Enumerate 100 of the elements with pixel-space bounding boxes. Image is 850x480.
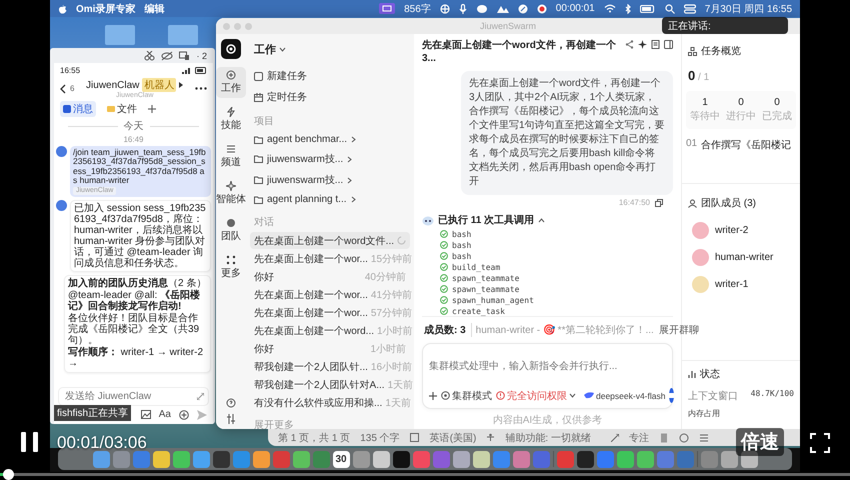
devices-icon[interactable] [179,50,190,60]
tool-call: bash [440,251,673,261]
conversation-item[interactable]: 先在桌面上创建一个word文件... [250,232,410,249]
tool-call: spawn_teammate [440,284,673,294]
help-icon[interactable] [226,398,236,408]
bot-avatar [56,200,67,212]
pencil-icon[interactable] [518,4,528,14]
tab[interactable]: 消息 [60,101,96,117]
model-selector[interactable]: deepseek-v4-flash [584,390,666,400]
nav-item[interactable]: 工作 [216,67,246,98]
member-count: 成员数: 3 [424,324,466,337]
conversation-item[interactable]: 有没有什么软件或应用和操... 1天前 [250,394,410,411]
check-circle-icon [440,307,448,315]
eye-off-icon[interactable] [161,50,174,60]
conversation-item[interactable]: 先在桌面上创建一个wor... 57分钟前 [250,304,410,321]
conversation-item[interactable]: 你好 40分钟前 [250,268,410,285]
wifi-icon[interactable] [604,4,616,13]
project-item[interactable]: agent planning t... [250,191,410,208]
back-icon[interactable] [60,84,66,94]
check-circle-icon [440,230,448,238]
conversation-item[interactable]: 帮我创建一个2人团队针... 16小时前 [250,358,410,375]
tab[interactable]: 文件 [104,101,140,117]
new-task-icon [254,72,263,80]
scissors-icon[interactable] [144,50,156,60]
document-icon[interactable] [651,40,660,49]
menu-item[interactable]: 编辑 [144,2,164,16]
calendar-app-icon[interactable]: 30 [332,450,350,468]
conversation-time: 1小时前 [377,324,413,338]
app-icon[interactable] [392,450,410,468]
web-layout-icon[interactable] [678,432,689,442]
conversation-item[interactable]: 先在桌面上创建一个wor... 15分钟前 [250,250,410,267]
stop-button[interactable] [669,388,674,403]
task-item[interactable]: 01 合作撰写《岳阳楼记 [682,133,800,157]
nav-item[interactable]: 更多 [216,252,246,283]
sparkle-icon[interactable] [638,40,647,49]
image-icon[interactable] [140,410,151,419]
team-member[interactable]: writer-2 [682,220,800,241]
stat-value: 0 [738,97,744,108]
speed-button[interactable]: 倍速 [736,428,784,456]
panel-icon[interactable] [664,40,673,49]
card-line: 加入前的团队历史消息（2 条） [68,278,207,290]
expand-icon[interactable] [197,393,204,400]
record-icon[interactable] [536,4,547,14]
copy-icon[interactable] [655,198,663,206]
app-icon[interactable] [472,450,490,468]
proofing-icon[interactable] [410,433,420,442]
nav-item[interactable]: 技能 [216,104,246,135]
conversation-item[interactable]: 你好 1小时前 [250,340,410,357]
format-button[interactable]: Aa [158,409,171,420]
workspace-selector[interactable]: 工作 [250,40,410,65]
plus-icon[interactable] [148,105,156,113]
app-icon[interactable] [740,450,758,468]
search-icon[interactable] [664,4,675,14]
battery-icon [195,67,207,74]
access-button[interactable]: 完全访问权限 [496,388,576,402]
battery-icon[interactable] [640,4,656,12]
project-item[interactable]: agent benchmar... [250,131,410,148]
project-item[interactable]: jiuwenswarm技... [250,149,410,169]
share-icon[interactable] [625,40,634,49]
team-member[interactable]: human-writer [682,247,800,268]
status-value: 48.7K/100 [750,389,794,400]
nav-item[interactable]: 频道 [216,141,246,172]
app-name[interactable]: Omi录屏专家 [76,2,136,16]
project-item[interactable]: jiuwenswarm技... [250,170,410,190]
app-icon[interactable] [372,450,390,468]
conversation-item[interactable]: 先在桌面上创建一个word... 1小时前 [250,322,410,339]
control-center-icon[interactable] [684,4,696,14]
expand-chat-button[interactable]: 展开群聊 [658,323,699,337]
sidebar-action[interactable]: 定时任务 [250,87,410,107]
tool-calls-toggle[interactable]: 已执行 11 次工具调用 [422,211,673,229]
progress-thumb[interactable] [3,469,14,480]
check-circle-icon [440,274,448,282]
conversation-time: 15分钟前 [370,252,412,266]
card-line: 各位伙伴好！团队目标是合作完成《岳阳楼记》全文（共39句）。 [68,313,200,346]
sliders-icon[interactable] [226,414,236,424]
sidebar-action[interactable]: 新建任务 [250,66,410,86]
message-input[interactable]: 发送给 JiuwenClaw [58,387,209,406]
app-icon[interactable] [576,450,594,468]
pause-icon[interactable] [21,432,39,452]
mountain-icon[interactable] [496,4,509,14]
nav-item[interactable]: 团队 [216,215,246,246]
print-layout-icon[interactable] [658,432,669,442]
folder-icon [254,155,263,163]
accessibility-icon[interactable] [486,433,496,442]
add-icon[interactable] [179,410,189,420]
send-icon[interactable] [197,410,207,420]
outline-icon[interactable] [698,432,709,442]
fullscreen-icon[interactable] [810,433,830,453]
prompt-box[interactable]: 集群模式处理中，输入新指令会并行执行... 集群模式 完全访问权限 deepseek-v4-flash [422,343,673,409]
bluetooth-icon[interactable] [624,4,631,14]
focus-icon[interactable] [610,434,619,442]
plus-icon[interactable] [429,392,437,400]
more-icon[interactable] [195,87,207,90]
input-field[interactable]: 发送给 JiuwenClaw [63,390,197,403]
microphone-icon[interactable] [458,4,467,14]
conversation-item[interactable]: 先在桌面上创建一个wor... 41分钟前 [250,286,410,303]
screen-share-icon[interactable] [379,3,396,14]
team-member[interactable]: writer-1 [682,274,800,295]
nav-item[interactable]: 智能体 [216,178,246,209]
mode-button[interactable]: 集群模式 [441,388,492,402]
